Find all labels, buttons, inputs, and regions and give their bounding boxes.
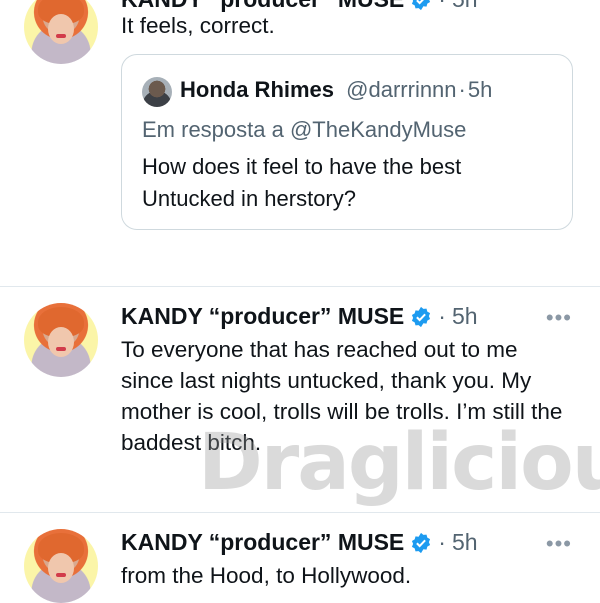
verified-badge-icon bbox=[410, 0, 432, 11]
timestamp[interactable]: 5h bbox=[452, 529, 478, 556]
watermark-logo: Draglicious bbox=[198, 418, 600, 508]
quoted-header: Honda Rhimes @darrrinnn·5h bbox=[180, 77, 493, 102]
quoted-timestamp: 5h bbox=[467, 77, 493, 102]
tweet-header: KANDY “producer” MUSE · 5h bbox=[121, 529, 478, 556]
reply-context: Em resposta a @TheKandyMuse bbox=[142, 117, 467, 142]
verified-badge-icon bbox=[410, 306, 432, 328]
display-name[interactable]: KANDY “producer” MUSE bbox=[121, 303, 404, 330]
tweet-text: It feels, correct. bbox=[121, 13, 275, 38]
more-options-icon[interactable]: ••• bbox=[546, 305, 572, 331]
avatar[interactable] bbox=[24, 529, 98, 603]
quoted-tweet[interactable]: Honda Rhimes @darrrinnn·5h Em resposta a… bbox=[121, 54, 573, 230]
timestamp[interactable]: 5h bbox=[452, 303, 478, 330]
divider bbox=[0, 512, 600, 513]
display-name[interactable]: KANDY “producer” MUSE bbox=[121, 529, 404, 556]
avatar[interactable] bbox=[24, 0, 98, 64]
verified-badge-icon bbox=[410, 532, 432, 554]
quoted-handle: @darrrinnn bbox=[346, 77, 457, 102]
tweet-text: from the Hood, to Hollywood. bbox=[121, 563, 412, 588]
tweet-header: KANDY “producer” MUSE · 5h bbox=[121, 303, 478, 330]
quoted-display-name: Honda Rhimes bbox=[180, 77, 335, 102]
quoted-text: How does it feel to have the best Untuck… bbox=[142, 154, 462, 211]
more-options-icon[interactable]: ••• bbox=[546, 531, 572, 557]
divider bbox=[0, 286, 600, 287]
avatar[interactable] bbox=[24, 303, 98, 377]
quoted-avatar bbox=[142, 77, 172, 107]
reply-mention-link[interactable]: @TheKandyMuse bbox=[290, 117, 466, 142]
